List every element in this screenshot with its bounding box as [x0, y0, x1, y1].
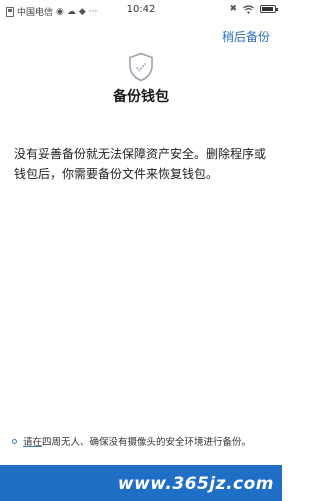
security-tip: 请在 四周无人、确保没有摄像头的安全环境进行备份。 — [12, 434, 276, 448]
tip-text: 四周无人、确保没有摄像头的安全环境进行备份。 — [42, 437, 252, 448]
battery-icon — [260, 5, 278, 13]
wifi-icon — [243, 4, 254, 14]
watermark-text: www.365jz.com — [117, 474, 274, 494]
shield-check-icon — [128, 52, 154, 82]
bullet-icon — [12, 438, 17, 444]
status-right: ✖ — [229, 4, 278, 14]
backup-description: 没有妥善备份就无法保障资产安全。删除程序或钱包后，你需要备份文件来恢复钱包。 — [14, 147, 267, 181]
bottom-bar: www.365jz.com — [0, 465, 282, 501]
tip-highlight: 在 — [32, 437, 43, 448]
status-bar: 中国电信 ◉ ☁ ◆ ··· 10:42 ✖ — [0, 0, 282, 22]
tip-prefix: 请 — [23, 437, 33, 448]
page-title: 备份钱包 — [113, 89, 169, 105]
mute-icon: ✖ — [229, 4, 237, 14]
tip-highlight-text: 请在 — [23, 434, 42, 448]
backup-later-button[interactable]: 稍后备份 — [222, 28, 270, 45]
